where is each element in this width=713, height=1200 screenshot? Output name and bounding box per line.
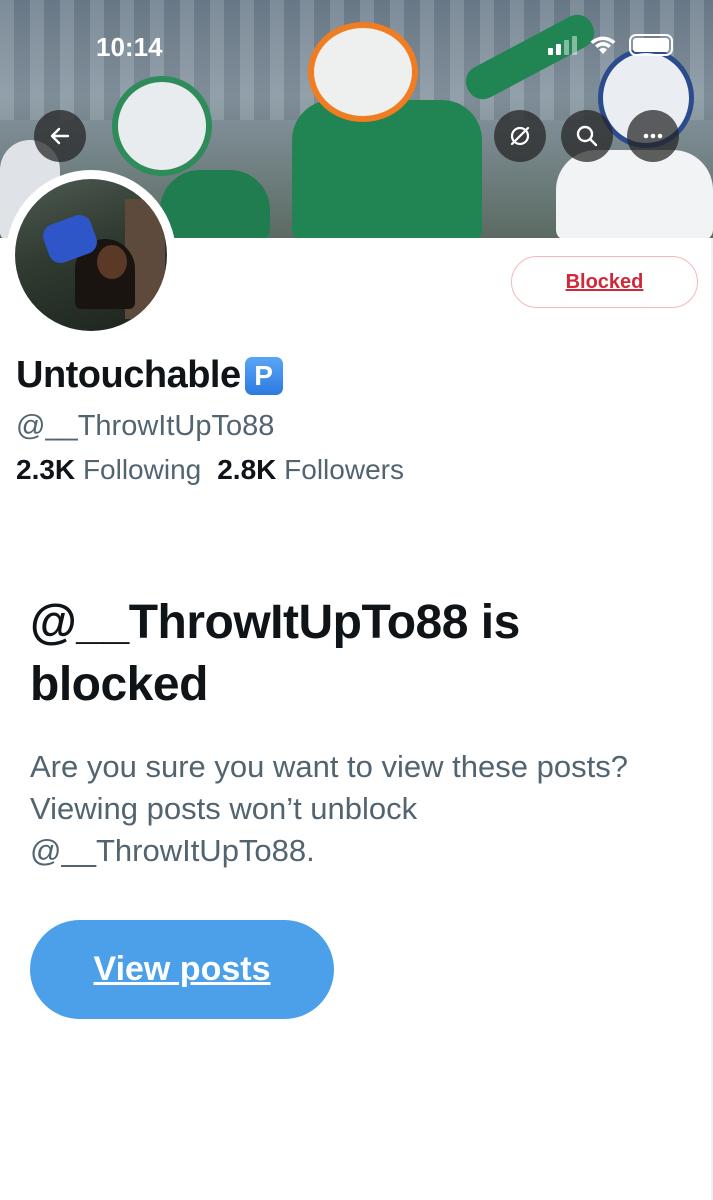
search-icon — [576, 125, 598, 147]
battery-icon — [629, 34, 673, 56]
cellular-signal-icon — [548, 35, 577, 55]
following-label: Following — [82, 454, 202, 485]
banner-player-main — [292, 100, 482, 238]
status-icons — [548, 34, 673, 56]
p-badge-icon: P — [244, 356, 283, 395]
profile-stats: 2.3K Following 2.8K Followers — [16, 454, 404, 486]
display-name-row: Untouchable P — [16, 354, 283, 397]
profile-handle: @__ThrowItUpTo88 — [16, 410, 275, 442]
banner-helmet-main — [308, 22, 418, 122]
blocked-title: @__ThrowItUpTo88 is blocked — [30, 596, 520, 711]
following-stat[interactable]: 2.3K Following — [16, 454, 201, 486]
banner-player-2 — [160, 170, 270, 238]
avatar[interactable] — [15, 179, 167, 331]
followers-label: Followers — [284, 454, 404, 485]
search-button[interactable] — [561, 110, 613, 162]
translate-button[interactable] — [494, 110, 546, 162]
more-icon — [643, 133, 663, 139]
followers-count: 2.8K — [217, 454, 277, 485]
banner-helmet-2 — [112, 76, 212, 176]
back-arrow-icon — [50, 127, 70, 145]
banner-player-right — [556, 150, 713, 238]
blocked-button[interactable]: Blocked — [511, 256, 698, 308]
avatar-head — [97, 245, 127, 279]
blocked-description: Are you sure you want to view these post… — [30, 749, 628, 868]
more-button[interactable] — [627, 110, 679, 162]
following-count: 2.3K — [16, 454, 76, 485]
wifi-icon — [590, 36, 616, 54]
display-name: Untouchable — [16, 354, 241, 396]
followers-stat[interactable]: 2.8K Followers — [217, 454, 404, 486]
status-time: 10:14 — [96, 32, 163, 62]
view-posts-button[interactable]: View posts — [30, 920, 334, 1019]
back-button[interactable] — [34, 110, 86, 162]
translate-icon — [510, 126, 530, 146]
